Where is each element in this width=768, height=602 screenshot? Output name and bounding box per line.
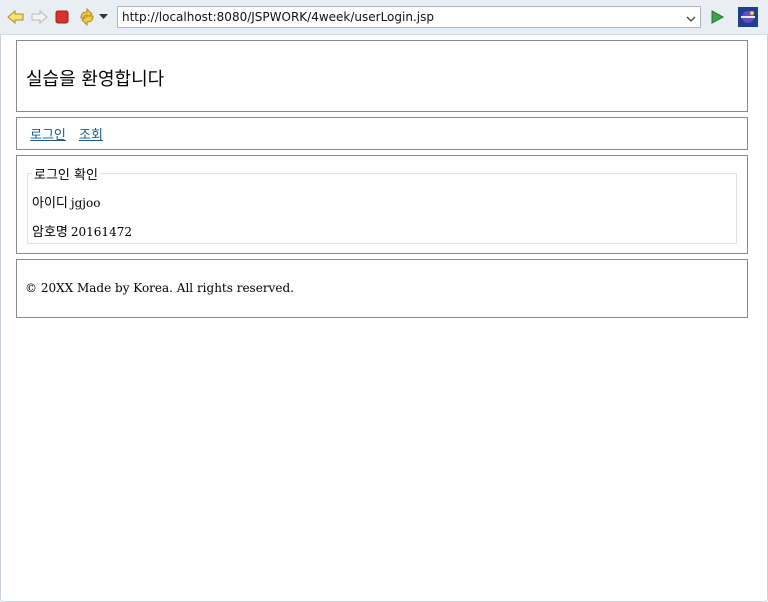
url-field[interactable]: http://localhost:8080/JSPWORK/4week/user… bbox=[117, 6, 701, 28]
nav-section: 로그인 조회 bbox=[16, 117, 748, 150]
copyright-text: © 20XX Made by Korea. All rights reserve… bbox=[25, 281, 294, 295]
forward-arrow-icon[interactable] bbox=[29, 7, 49, 27]
content-section: 로그인 확인 아이디 jgjoo 암호명 20161472 bbox=[16, 155, 748, 254]
page-title: 실습을 환영합니다 bbox=[26, 69, 165, 90]
dropdown-arrow-icon[interactable] bbox=[97, 7, 109, 27]
header-section: 실습을 환영합니다 bbox=[16, 40, 748, 112]
eclipse-icon[interactable] bbox=[738, 7, 758, 27]
login-check-legend: 로그인 확인 bbox=[34, 168, 98, 183]
password-value: 20161472 bbox=[70, 225, 132, 239]
browser-toolbar: http://localhost:8080/JSPWORK/4week/user… bbox=[0, 0, 768, 35]
footer-section: © 20XX Made by Korea. All rights reserve… bbox=[16, 259, 748, 318]
refresh-icon[interactable] bbox=[77, 7, 97, 27]
login-check-fieldset: 로그인 확인 아이디 jgjoo 암호명 20161472 bbox=[27, 164, 737, 244]
go-icon[interactable] bbox=[707, 7, 727, 27]
back-arrow-icon[interactable] bbox=[6, 7, 26, 27]
nav-link-search[interactable]: 조회 bbox=[79, 124, 103, 143]
id-label: 아이디 bbox=[32, 196, 68, 211]
stop-icon[interactable] bbox=[52, 7, 72, 27]
password-label: 암호명 bbox=[32, 225, 68, 240]
url-history-dropdown-icon[interactable] bbox=[685, 11, 697, 23]
url-text: http://localhost:8080/JSPWORK/4week/user… bbox=[122, 10, 434, 24]
password-row: 암호명 20161472 bbox=[32, 221, 132, 240]
nav-link-login[interactable]: 로그인 bbox=[30, 124, 66, 143]
id-value: jgjoo bbox=[70, 196, 101, 210]
id-row: 아이디 jgjoo bbox=[32, 192, 100, 211]
